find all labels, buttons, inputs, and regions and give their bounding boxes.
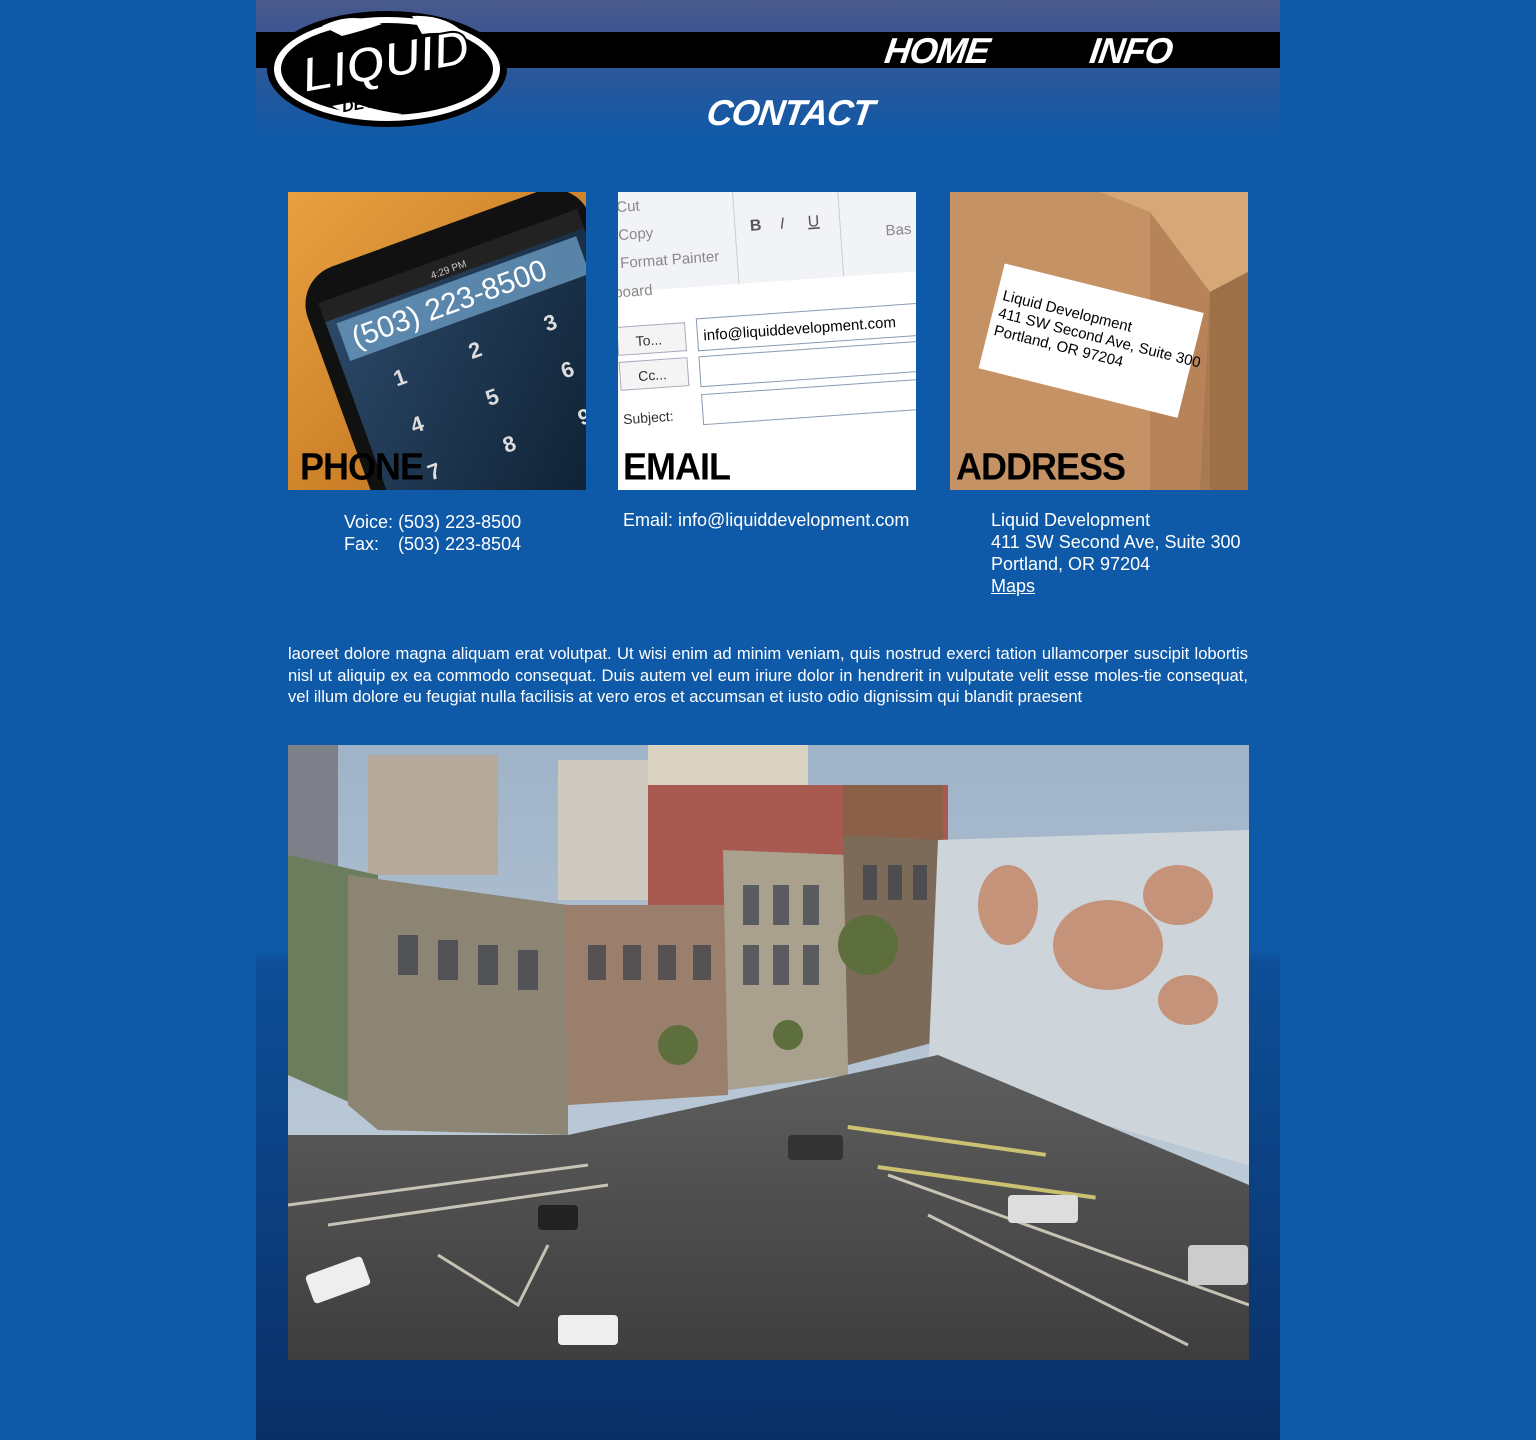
phone-card: (503) 223-8500 4:29 PM 123 456 789 PHONE (288, 192, 586, 490)
street-view-image (288, 745, 1249, 1360)
phone-info: Voice: (503) 223-8500 Fax: (503) 223-8504 (344, 511, 564, 555)
address-card-label: ADDRESS (956, 444, 1126, 488)
voice-label: Voice: (344, 512, 394, 532)
ribbon-bas: Bas (885, 221, 912, 240)
address-info: Liquid Development 411 SW Second Ave, Su… (991, 509, 1251, 597)
fax-label: Fax: (344, 534, 380, 554)
ribbon-cut: Cut (618, 198, 641, 217)
phone-card-label: PHONE (300, 444, 424, 488)
ribbon-copy: Copy (618, 225, 654, 244)
ribbon-board: board (618, 282, 653, 302)
maps-link[interactable]: Maps (991, 576, 1035, 596)
address-line1: Liquid Development (991, 510, 1151, 530)
nav-home-link[interactable]: HOME (882, 30, 992, 72)
liquid-development-logo[interactable]: LIQUID DEVELOPMENT (262, 6, 512, 132)
cc-button: Cc... (638, 366, 668, 384)
address-line3: Portland, OR 97204 (991, 554, 1151, 574)
nav-info-link[interactable]: INFO (1087, 30, 1175, 72)
svg-text:U: U (807, 213, 820, 231)
svg-text:B: B (749, 217, 762, 235)
to-button: To... (635, 331, 663, 349)
email-card-label: EMAIL (623, 444, 731, 488)
email-card: Cut Copy Format Painter board B I U Bas … (618, 192, 916, 490)
voice-value: (503) 223-8500 (398, 512, 522, 532)
fax-value: (503) 223-8504 (398, 534, 522, 554)
address-card: Liquid Development 411 SW Second Ave, Su… (950, 192, 1248, 490)
page-title: CONTACT (704, 92, 877, 133)
email-info: Email: info@liquiddevelopment.com (623, 510, 910, 530)
address-line2: 411 SW Second Ave, Suite 300 (991, 532, 1241, 552)
body-paragraph: laoreet dolore magna aliquam erat volutp… (288, 644, 1248, 706)
